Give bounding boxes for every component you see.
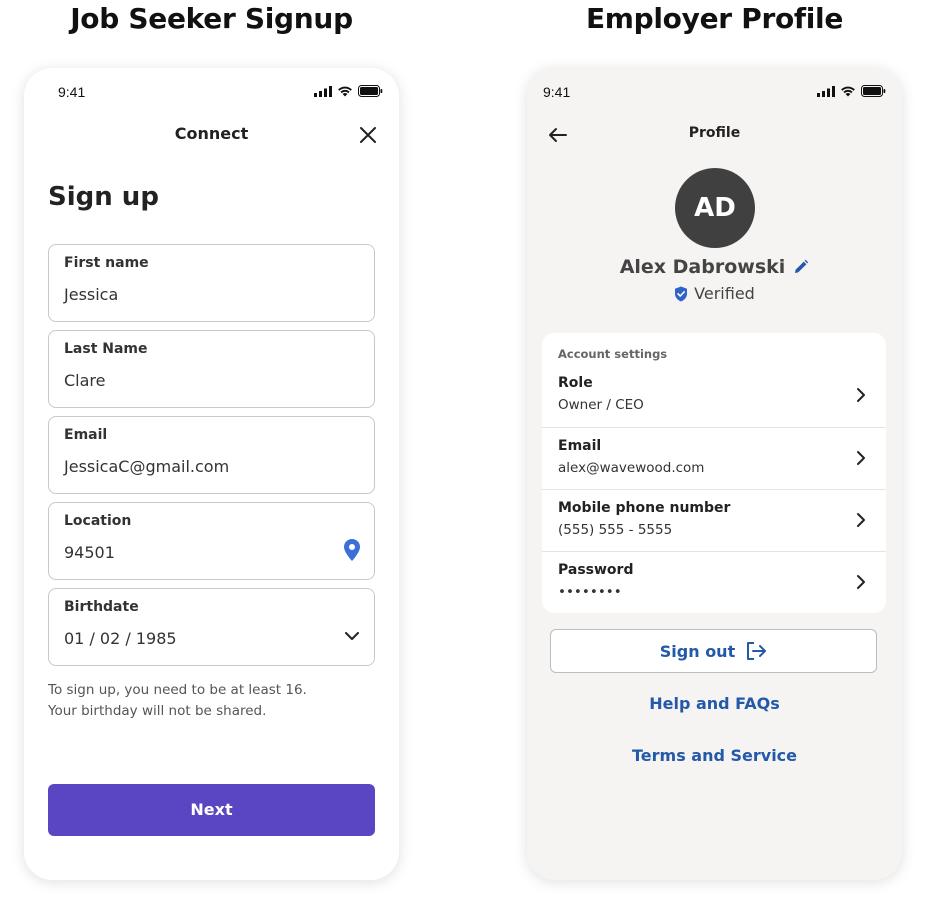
avatar: AD <box>675 168 755 248</box>
sign-out-label: Sign out <box>659 641 736 661</box>
wifi-icon <box>841 86 855 97</box>
row-label: Email <box>558 438 602 454</box>
field-value[interactable]: 01 / 02 / 1985 <box>64 629 177 648</box>
settings-row-phone[interactable]: Mobile phone number (555) 555 - 5555 <box>542 489 886 551</box>
birthdate-field[interactable]: Birthdate 01 / 02 / 1985 <box>48 588 375 666</box>
row-label: Password <box>558 562 634 578</box>
row-value: Owner / CEO <box>558 397 644 413</box>
chevron-right-icon[interactable] <box>856 450 866 466</box>
signal-icon <box>817 85 835 97</box>
field-value[interactable]: 94501 <box>64 543 115 562</box>
app-title: Connect <box>174 124 249 143</box>
section-label: Account settings <box>558 347 668 361</box>
row-value: (555) 555 - 5555 <box>558 522 673 538</box>
chevron-down-icon[interactable] <box>344 631 360 641</box>
help-faqs-link[interactable]: Help and FAQs <box>527 694 902 713</box>
location-field[interactable]: Location 94501 <box>48 502 375 580</box>
hint-line: Your birthday will not be shared. <box>48 703 267 719</box>
field-value[interactable]: Clare <box>64 371 106 390</box>
status-bar: 9:41 <box>24 82 399 102</box>
first-name-field[interactable]: First name Jessica <box>48 244 375 322</box>
status-time: 9:41 <box>543 84 571 100</box>
status-icons <box>817 85 886 97</box>
field-label: First name <box>64 255 149 271</box>
field-value[interactable]: JessicaC@gmail.com <box>64 457 229 476</box>
wifi-icon <box>338 86 352 97</box>
hint-line: To sign up, you need to be at least 16. <box>48 682 307 698</box>
settings-row-email[interactable]: Email alex@wavewood.com <box>542 427 886 489</box>
next-button[interactable]: Next <box>48 784 375 836</box>
employer-profile-heading: Employer Profile <box>585 2 844 35</box>
settings-row-role[interactable]: Role Owner / CEO <box>542 365 886 427</box>
battery-icon <box>861 85 886 97</box>
status-icons <box>314 85 383 97</box>
chevron-right-icon[interactable] <box>856 387 866 403</box>
signal-icon <box>314 85 332 97</box>
age-hint: To sign up, you need to be at least 16. … <box>48 680 307 722</box>
edit-pencil-icon[interactable] <box>793 259 809 275</box>
verified-row: Verified <box>527 284 902 303</box>
email-field[interactable]: Email JessicaC@gmail.com <box>48 416 375 494</box>
profile-phone-screen: 9:41 Profile AD Alex Dabrowski Verified … <box>527 68 902 880</box>
sign-out-button[interactable]: Sign out <box>550 629 877 673</box>
row-label: Mobile phone number <box>558 500 731 516</box>
job-seeker-heading: Job Seeker Signup <box>70 2 353 35</box>
chevron-right-icon[interactable] <box>856 512 866 528</box>
location-pin-icon[interactable] <box>344 539 360 561</box>
verified-shield-icon <box>675 286 688 301</box>
profile-name: Alex Dabrowski <box>619 256 786 278</box>
settings-row-password[interactable]: Password •••••••• <box>542 551 886 613</box>
close-icon[interactable] <box>357 124 379 146</box>
field-label: Last Name <box>64 341 148 357</box>
chevron-right-icon[interactable] <box>856 574 866 590</box>
verified-status: Verified <box>694 284 755 303</box>
signup-phone-screen: 9:41 Connect Sign up First name Jessica … <box>24 68 399 880</box>
page-title: Sign up <box>48 182 159 212</box>
name-row: Alex Dabrowski <box>527 256 902 278</box>
battery-icon <box>358 85 383 97</box>
account-settings-card: Account settings Role Owner / CEO Email … <box>542 333 886 613</box>
row-value: alex@wavewood.com <box>558 460 705 476</box>
page-title: Profile <box>688 125 741 141</box>
row-value: •••••••• <box>558 584 622 600</box>
field-label: Birthdate <box>64 599 139 615</box>
terms-link[interactable]: Terms and Service <box>527 746 902 765</box>
field-value[interactable]: Jessica <box>64 285 118 304</box>
status-bar: 9:41 <box>527 82 902 102</box>
field-label: Email <box>64 427 108 443</box>
status-time: 9:41 <box>58 84 86 100</box>
field-label: Location <box>64 513 132 529</box>
sign-out-icon <box>747 642 767 660</box>
row-label: Role <box>558 375 593 391</box>
last-name-field[interactable]: Last Name Clare <box>48 330 375 408</box>
